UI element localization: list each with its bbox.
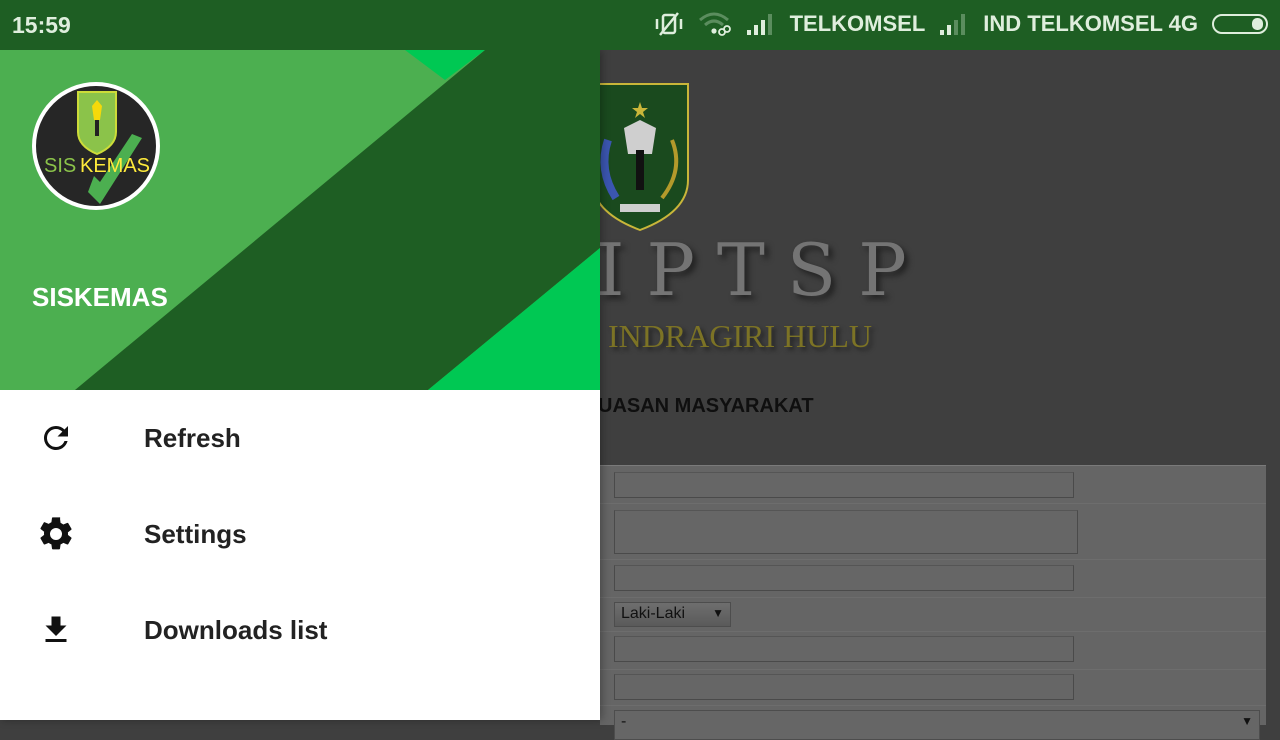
- regency-crest-logo: [588, 80, 692, 232]
- download-icon: [36, 610, 76, 650]
- logo-text-kemas: KEMAS: [80, 155, 150, 177]
- menu-item-refresh[interactable]: Refresh: [0, 390, 600, 486]
- dropdown-arrow-icon: ▼: [1241, 714, 1253, 728]
- text-input[interactable]: [614, 472, 1074, 498]
- status-bar: 15:59 TELKOMSEL IND TELKOMSEL 4G: [0, 0, 1280, 50]
- battery-icon: [1212, 13, 1268, 35]
- gender-select[interactable]: Laki-Laki ▼: [614, 602, 731, 627]
- menu-item-downloads[interactable]: Downloads list: [0, 582, 600, 678]
- form-row: Laki-Laki ▼: [600, 598, 1266, 632]
- complaint-form: Laki-Laki ▼ - ▼: [600, 465, 1266, 740]
- drawer-header: SIS KEMAS SISKEMAS: [0, 50, 600, 390]
- dropdown-arrow-icon: ▼: [712, 606, 724, 620]
- logo-text-sis: SIS: [44, 155, 76, 177]
- text-input[interactable]: [614, 565, 1074, 591]
- menu-item-settings[interactable]: Settings: [0, 486, 600, 582]
- drawer-menu: Refresh Settings Downloads list: [0, 390, 600, 678]
- form-row: [600, 504, 1266, 560]
- app-logo-avatar: SIS KEMAS: [32, 82, 160, 210]
- page-subtitle: UASAN MASYARAKAT: [598, 395, 814, 417]
- menu-item-label: Downloads list: [144, 614, 328, 645]
- form-row: [600, 560, 1266, 598]
- vibrate-off-icon: [654, 10, 684, 38]
- category-select-value: -: [621, 713, 627, 730]
- text-input[interactable]: [614, 636, 1074, 662]
- refresh-icon: [36, 418, 76, 458]
- carrier-1: TELKOMSEL: [789, 11, 926, 36]
- menu-item-label: Refresh: [144, 422, 241, 453]
- clock: 15:59: [12, 12, 71, 38]
- textarea-input[interactable]: [614, 510, 1078, 554]
- signal-icon: [939, 12, 969, 36]
- form-row: [600, 670, 1266, 706]
- category-select[interactable]: - ▼: [614, 710, 1260, 740]
- signal-icon: [746, 12, 776, 36]
- navigation-drawer: SIS KEMAS SISKEMAS Refresh Settings Down…: [0, 50, 600, 720]
- carrier-2: IND TELKOMSEL 4G: [983, 11, 1198, 36]
- status-icons: TELKOMSEL IND TELKOMSEL 4G: [654, 10, 1268, 38]
- gender-select-value: Laki-Laki: [621, 605, 686, 622]
- menu-item-label: Settings: [144, 518, 247, 549]
- page-title: IPTSP: [596, 228, 929, 312]
- app-name: SISKEMAS: [32, 282, 168, 312]
- gear-icon: [36, 514, 76, 554]
- form-row: [600, 632, 1266, 670]
- wifi-link-icon: [698, 10, 732, 38]
- text-input[interactable]: [614, 674, 1074, 700]
- form-row: - ▼: [600, 706, 1266, 740]
- region-name: INDRAGIRI HULU: [608, 318, 872, 354]
- form-row: [600, 466, 1266, 504]
